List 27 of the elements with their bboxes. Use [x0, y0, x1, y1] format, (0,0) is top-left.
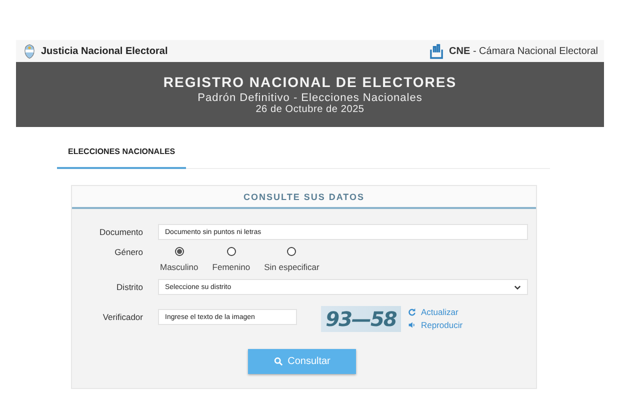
refresh-link[interactable]: Actualizar — [408, 306, 463, 316]
audio-link[interactable]: Reproducir — [408, 320, 463, 330]
radio-button[interactable] — [287, 247, 296, 256]
site-name: Justicia Nacional Electoral — [41, 46, 168, 56]
banner-title: REGISTRO NACIONAL DE ELECTORES — [162, 74, 458, 90]
radio-label: Femenino — [212, 262, 250, 272]
chevron-down-icon — [514, 284, 521, 290]
radio-button[interactable] — [174, 247, 184, 256]
form-title: CONSULTE SUS DATOS — [72, 186, 536, 209]
ballot-box-icon — [430, 44, 444, 58]
tab[interactable]: ELECCIONES NACIONALES — [57, 141, 186, 169]
banner-subtitle: Padrón Definitivo - Elecciones Nacionales — [196, 92, 424, 104]
radio-label: Masculino — [160, 262, 198, 272]
shield-icon — [24, 44, 35, 58]
field-label: Género — [114, 247, 143, 257]
speaker-icon — [408, 320, 416, 328]
radio-label: Sin especificar — [264, 262, 320, 272]
field-label: Documento — [98, 227, 143, 237]
captcha-image: 93—58 — [321, 306, 401, 332]
field-label: Verificador — [102, 312, 143, 322]
organization-name: CNE - Cámara Nacional Electoral — [449, 46, 598, 56]
search-icon — [274, 357, 283, 366]
refresh-icon — [408, 308, 416, 316]
field-label: Distrito — [116, 282, 143, 292]
search-button[interactable]: Consultar — [248, 349, 356, 374]
radio-button[interactable] — [226, 247, 236, 256]
banner-date: 26 de Octubre de 2025 — [254, 104, 366, 115]
